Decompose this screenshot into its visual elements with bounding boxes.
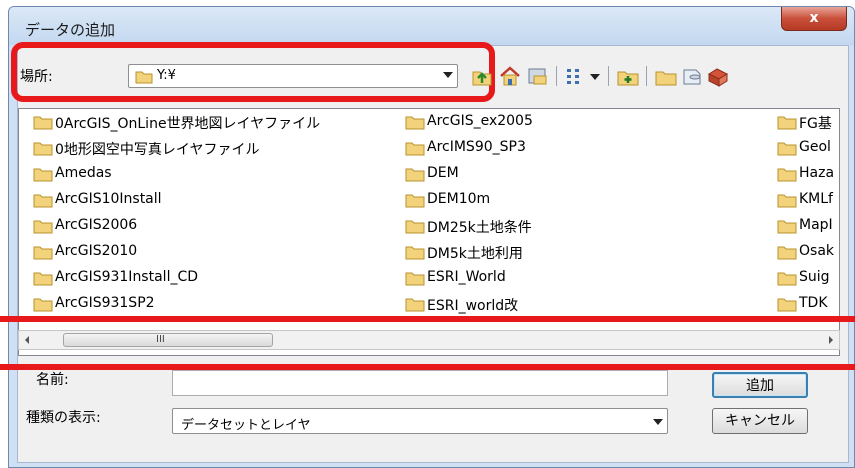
type-value: データセットとレイヤ bbox=[181, 418, 311, 433]
folder-icon bbox=[33, 246, 53, 260]
cancel-button[interactable]: キャンセル bbox=[712, 408, 808, 434]
folder-icon bbox=[405, 220, 425, 234]
title-bar: データの追加 x bbox=[9, 7, 854, 45]
folder-icon bbox=[33, 168, 53, 182]
list-item-label: ArcGIS_ex2005 bbox=[427, 113, 533, 129]
folder-icon bbox=[777, 272, 797, 286]
list-item-label: DEM10m bbox=[427, 191, 491, 207]
list-item-label: DM25k土地条件 bbox=[427, 220, 532, 236]
home-icon[interactable] bbox=[498, 64, 522, 88]
list-item-label: Haza bbox=[799, 165, 835, 181]
list-item-label: ArcGIS2006 bbox=[55, 217, 138, 233]
type-combobox[interactable]: データセットとレイヤ bbox=[172, 408, 668, 434]
arrow-left-icon bbox=[25, 336, 29, 344]
list-item-label: TDK bbox=[799, 295, 828, 311]
list-item-label: ArcGIS2010 bbox=[55, 243, 138, 259]
folder-icon bbox=[777, 194, 797, 208]
folder-icon bbox=[405, 246, 425, 260]
toolbar-separator bbox=[556, 66, 557, 86]
list-item-label: FG基 bbox=[799, 116, 832, 132]
folder-icon bbox=[777, 220, 797, 234]
folder-icon bbox=[405, 168, 425, 182]
arrow-right-icon bbox=[829, 336, 833, 344]
folder-icon bbox=[405, 194, 425, 208]
type-label: 種類の表示: bbox=[26, 410, 101, 426]
dialog-title: データの追加 bbox=[25, 21, 116, 39]
scrollbar-thumb[interactable]: III bbox=[63, 333, 273, 347]
list-item-label: DEM bbox=[427, 165, 459, 181]
list-item-label: ArcIMS90_SP3 bbox=[427, 139, 526, 155]
folder-icon bbox=[33, 142, 53, 156]
folder-icon bbox=[405, 116, 425, 130]
list-item-label: Suig bbox=[799, 269, 830, 285]
catalog-icon[interactable] bbox=[706, 64, 730, 88]
folder-icon bbox=[33, 220, 53, 234]
folder-icon bbox=[777, 168, 797, 182]
horizontal-scrollbar[interactable]: III bbox=[18, 330, 840, 350]
list-item-label: ArcGIS931SP2 bbox=[55, 295, 155, 311]
annotation-line-top bbox=[0, 316, 855, 322]
name-input[interactable] bbox=[172, 370, 668, 396]
list-item-label: Osak bbox=[799, 243, 834, 259]
list-item-label: Geol bbox=[799, 139, 831, 155]
location-highlight bbox=[11, 42, 495, 102]
folder-icon bbox=[33, 116, 53, 130]
list-item-label: 0ArcGIS_OnLine世界地図レイヤファイル bbox=[55, 116, 321, 132]
list-item-label: DM5k土地利用 bbox=[427, 246, 523, 262]
scroll-left-button[interactable] bbox=[19, 331, 37, 349]
list-item-label: MapI bbox=[799, 217, 833, 233]
folder-icon bbox=[33, 298, 53, 312]
connect-folder-icon[interactable] bbox=[526, 64, 550, 88]
close-icon: x bbox=[809, 10, 819, 26]
list-item-label: ArcGIS10Install bbox=[55, 191, 162, 207]
list-item-label: ESRI_World bbox=[427, 269, 506, 285]
folder-icon bbox=[33, 194, 53, 208]
folder-icon bbox=[33, 272, 53, 286]
scroll-right-button[interactable] bbox=[821, 331, 839, 349]
toolbar-separator bbox=[608, 66, 609, 86]
database-icon[interactable] bbox=[680, 64, 704, 88]
add-button[interactable]: 追加 bbox=[712, 372, 808, 398]
folder-icon bbox=[405, 298, 425, 312]
folder-icon[interactable] bbox=[654, 64, 678, 88]
list-item-label: 0地形図空中写真レイヤファイル bbox=[55, 142, 260, 158]
chevron-down-icon[interactable] bbox=[653, 419, 663, 425]
folder-icon bbox=[777, 298, 797, 312]
list-item-label: ArcGIS931Install_CD bbox=[55, 269, 199, 285]
new-folder-icon[interactable] bbox=[616, 64, 640, 88]
folder-icon bbox=[777, 246, 797, 260]
list-item-label: ESRI_world改 bbox=[427, 298, 519, 314]
toolbar-separator bbox=[646, 66, 647, 86]
grip-icon: III bbox=[156, 334, 165, 345]
up-one-level-icon[interactable] bbox=[470, 64, 494, 88]
view-dropdown-icon[interactable] bbox=[588, 64, 602, 88]
folder-icon bbox=[405, 272, 425, 286]
folder-icon bbox=[405, 142, 425, 156]
list-item-label: KMLf bbox=[799, 191, 833, 207]
list-item-label: Amedas bbox=[55, 165, 112, 181]
name-label: 名前: bbox=[36, 372, 69, 388]
close-button[interactable]: x bbox=[781, 7, 847, 31]
folder-icon bbox=[777, 142, 797, 156]
folder-icon bbox=[777, 116, 797, 130]
list-view-icon[interactable] bbox=[564, 64, 588, 88]
